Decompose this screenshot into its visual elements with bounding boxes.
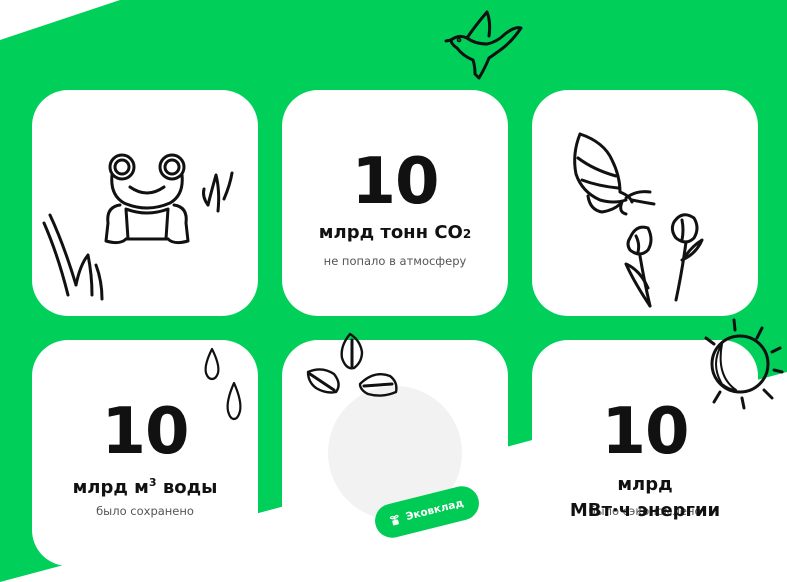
eco-deposit-label: Эковклад (404, 497, 465, 524)
co2-unit-sub: 2 (462, 227, 472, 241)
water-caption: было сохранено (96, 504, 194, 518)
water-unit-sup: 3 (148, 476, 157, 489)
water-unit-tail: воды (156, 477, 218, 498)
butterfly-card (532, 90, 758, 316)
energy-unit-line2: МВт·ч энергии (569, 500, 721, 521)
water-drops-icon (204, 347, 242, 421)
frog-with-grass-icon (42, 153, 234, 301)
co2-caption: не попало в атмосферу (323, 254, 467, 268)
co2-card: 10 млрд тонн CO2 не попало в атмосферу (282, 90, 508, 316)
co2-unit-main: млрд тонн CO (318, 222, 463, 243)
sprout-pot-icon (389, 513, 402, 527)
co2-value: 10 (351, 145, 439, 219)
sun-icon (704, 318, 784, 410)
butterfly-on-flowers-icon (573, 132, 704, 308)
leaves-icon (306, 332, 398, 397)
water-unit: млрд м3 воды (32, 472, 258, 499)
dove-icon (444, 10, 523, 80)
energy-unit-line1: млрд (617, 474, 673, 495)
co2-unit: млрд тонн CO2 (282, 222, 508, 245)
frog-card (32, 90, 258, 316)
water-unit-main: млрд м (72, 477, 149, 498)
